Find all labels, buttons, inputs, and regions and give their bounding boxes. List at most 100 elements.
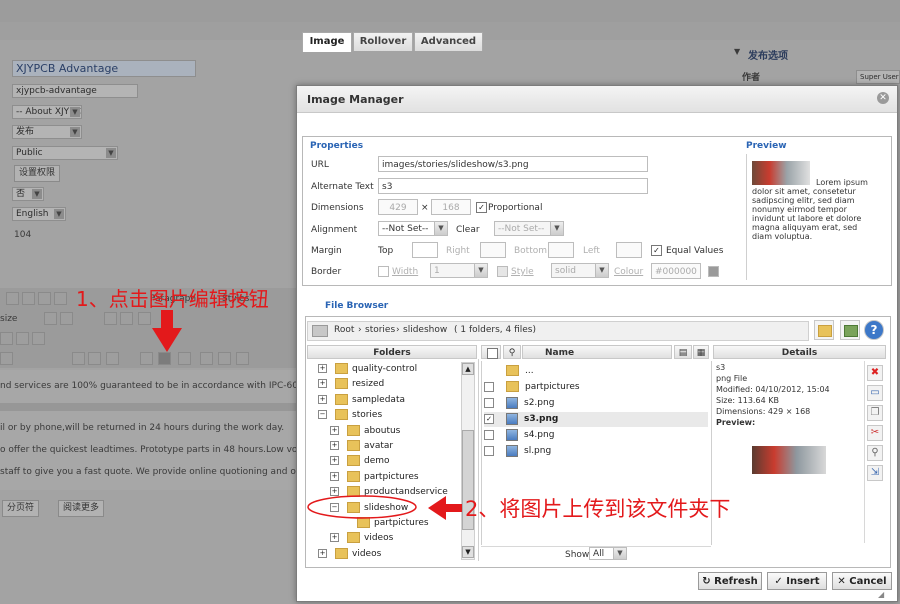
file-checkbox[interactable]	[484, 381, 494, 392]
title-input[interactable]: XJYPCB Advantage	[12, 60, 196, 77]
italic-button[interactable]	[6, 292, 19, 305]
expand-icon[interactable]: +	[330, 533, 339, 543]
scroll-down-icon[interactable]: ▼	[462, 546, 474, 558]
equal-values-checkbox[interactable]: ✓	[651, 245, 662, 256]
alt-text-input[interactable]: s3	[378, 178, 648, 194]
help-icon[interactable]: ?	[864, 320, 884, 340]
font-size-select[interactable]: size	[0, 314, 17, 324]
border-colour-input[interactable]: #000000	[651, 263, 701, 279]
publish-options-header[interactable]: ▼ 发布选项	[726, 44, 900, 62]
folder-item[interactable]: + sampledata	[318, 393, 405, 408]
published-select[interactable]: 发布 ▼	[12, 125, 82, 139]
access-select[interactable]: Public ▼	[12, 146, 118, 160]
url-input[interactable]: images/stories/slideshow/s3.png	[378, 156, 648, 172]
expand-icon[interactable]: +	[330, 471, 339, 481]
clear-select[interactable]: --Not Set-- ▼	[494, 221, 564, 236]
underline-button[interactable]	[22, 292, 35, 305]
refresh-button[interactable]: ↻ Refresh	[698, 572, 762, 590]
alias-input[interactable]: xjypcb-advantage	[12, 84, 138, 98]
folder-item[interactable]: + videos	[330, 531, 393, 546]
view-icon[interactable]: ⚲	[867, 445, 883, 461]
margin-left-input[interactable]	[616, 242, 642, 258]
width-input[interactable]: 429	[378, 199, 418, 215]
folder-item[interactable]: + avatar	[330, 439, 393, 454]
cut-button[interactable]	[104, 312, 117, 325]
proportional-checkbox[interactable]: ✓	[476, 202, 487, 213]
category-select[interactable]: -- About XJYPCB ▼	[12, 105, 82, 119]
dialog-title-bar[interactable]: Image Manager ✕	[297, 86, 897, 113]
border-checkbox[interactable]	[378, 266, 389, 277]
insert-file-icon[interactable]: ⇲	[867, 465, 883, 481]
text-color-button[interactable]	[44, 312, 57, 325]
expand-icon[interactable]: +	[318, 548, 327, 558]
media-button[interactable]	[106, 352, 119, 365]
upload-icon[interactable]	[840, 320, 860, 340]
folder-item[interactable]: + videos	[318, 547, 381, 562]
file-row[interactable]: s4.png	[484, 428, 708, 443]
expand-icon[interactable]: +	[330, 441, 339, 450]
cancel-button[interactable]: ✕ Cancel	[832, 572, 892, 590]
breadcrumb-slideshow[interactable]: slideshow	[403, 325, 447, 335]
file-row[interactable]: ...	[484, 364, 708, 379]
highlight-button[interactable]	[60, 312, 73, 325]
align-left-button[interactable]	[54, 292, 67, 305]
file-row[interactable]: ✓ s3.png	[484, 412, 708, 427]
name-header[interactable]: Name	[522, 345, 672, 359]
new-folder-icon[interactable]	[814, 320, 834, 340]
border-style-select[interactable]: solid ▼	[551, 263, 609, 278]
list-view-icon[interactable]: ▤	[674, 345, 692, 359]
copy-button[interactable]	[120, 312, 133, 325]
file-checkbox[interactable]	[484, 429, 494, 440]
folder-item[interactable]: − stories	[318, 408, 382, 423]
border-width-select[interactable]: 1 ▼	[430, 263, 488, 278]
file-checkbox[interactable]: ✓	[484, 413, 494, 424]
tab-advanced[interactable]: Advanced	[414, 32, 483, 51]
close-icon[interactable]: ✕	[877, 92, 889, 104]
author-select[interactable]: Super User	[856, 70, 900, 84]
expand-icon[interactable]: +	[318, 379, 327, 389]
breadcrumb-root[interactable]: Root	[334, 325, 354, 335]
pagebreak-button[interactable]: 分页符	[2, 500, 40, 517]
link-button[interactable]	[72, 352, 85, 365]
language-select[interactable]: English ▼	[12, 207, 66, 221]
folder-item[interactable]: + aboutus	[330, 424, 400, 439]
tab-image[interactable]: Image	[302, 32, 352, 52]
alignment-select[interactable]: --Not Set-- ▼	[378, 221, 448, 236]
style-props-button[interactable]	[200, 352, 213, 365]
expand-icon[interactable]: +	[330, 425, 339, 435]
replace-button[interactable]	[32, 332, 45, 345]
folder-item[interactable]: + quality-control	[318, 362, 417, 377]
cut-icon[interactable]: ✂	[867, 425, 883, 441]
delete-icon[interactable]: ✖	[867, 365, 883, 381]
breadcrumb-stories[interactable]: stories	[365, 325, 395, 335]
tab-rollover[interactable]: Rollover	[353, 32, 413, 51]
folder-item[interactable]: + partpictures	[330, 470, 419, 485]
source-code-button[interactable]	[218, 352, 231, 365]
table-button[interactable]	[0, 352, 13, 365]
permission-button[interactable]: 设置权限	[14, 165, 61, 182]
folder-item[interactable]: + resized	[318, 377, 384, 392]
readmore-button[interactable]: 阅读更多	[58, 500, 105, 517]
strikethrough-button[interactable]	[38, 292, 51, 305]
expand-icon[interactable]: +	[318, 394, 327, 404]
resize-handle-icon[interactable]: ◢	[878, 590, 890, 600]
collapse-icon[interactable]: −	[318, 410, 327, 420]
file-checkbox[interactable]	[484, 397, 494, 408]
search-icon[interactable]: ⚲	[503, 345, 521, 359]
height-input[interactable]: 168	[431, 199, 471, 215]
file-row[interactable]: sl.png	[484, 444, 708, 459]
print-button[interactable]	[0, 332, 13, 345]
copy-icon[interactable]: ❐	[867, 405, 883, 421]
colour-picker-icon[interactable]	[708, 266, 719, 277]
margin-bottom-input[interactable]	[548, 242, 574, 258]
margin-right-input[interactable]	[480, 242, 506, 258]
rename-icon[interactable]: ▭	[867, 385, 883, 401]
file-checkbox[interactable]	[484, 445, 494, 456]
select-all-header[interactable]	[481, 345, 501, 359]
expand-icon[interactable]: +	[330, 456, 339, 466]
expand-icon[interactable]: +	[318, 364, 327, 373]
file-row[interactable]: s2.png	[484, 396, 708, 411]
scroll-up-icon[interactable]: ▲	[462, 363, 474, 375]
fullscreen-button[interactable]	[236, 352, 249, 365]
select-all-checkbox[interactable]	[487, 348, 498, 359]
